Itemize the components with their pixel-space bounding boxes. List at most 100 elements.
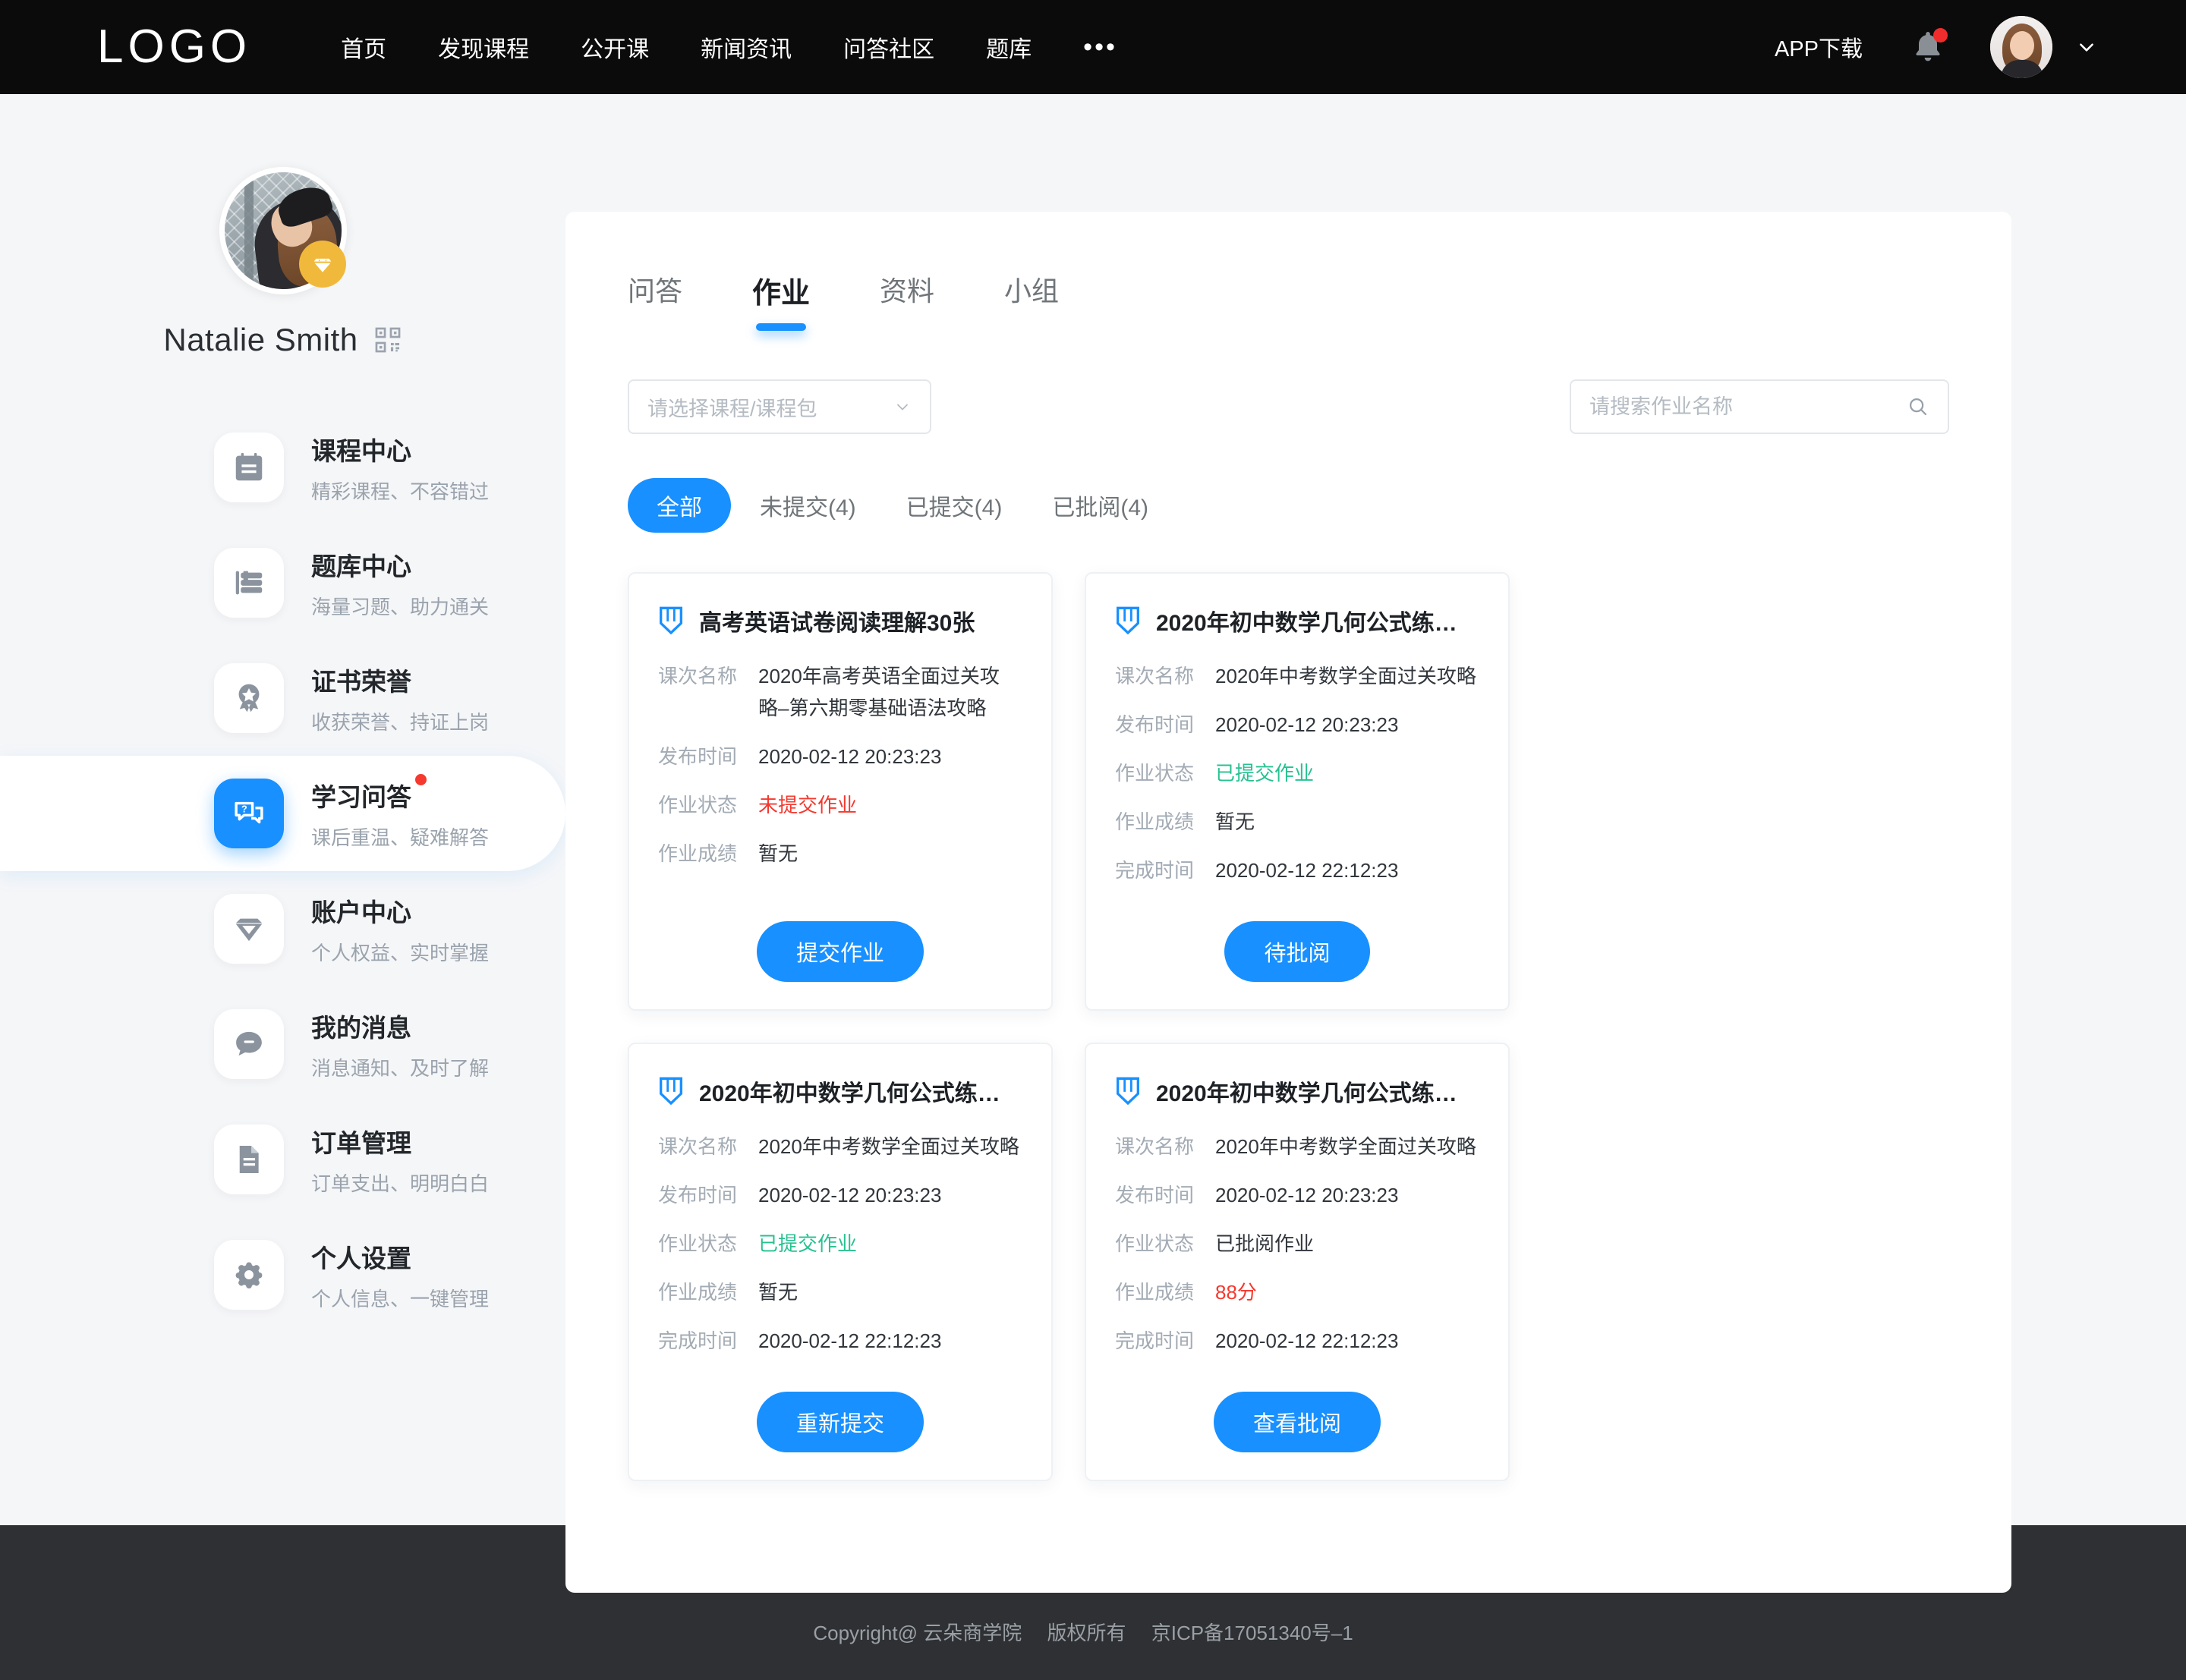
sidebar-item-settings[interactable]: 个人设置 个人信息、一键管理 — [0, 1217, 565, 1332]
card-title: 2020年初中数学几何公式练习作… — [1156, 1081, 1479, 1106]
field-value: 2020-02-12 20:23:23 — [758, 745, 942, 768]
nav-item-open-class[interactable]: 公开课 — [581, 30, 649, 64]
course-select[interactable]: 请选择课程/课程包 — [628, 379, 931, 434]
field-label: 作业成绩 — [658, 1281, 738, 1304]
svg-text:?: ? — [241, 804, 247, 814]
homework-card[interactable]: 2020年初中数学几何公式练习作… 课次名称 2020年中考数学全面过关攻略 发… — [1085, 1043, 1510, 1481]
field-value: 2020年中考数学全面过关攻略 — [1215, 1135, 1476, 1158]
homework-card[interactable]: 高考英语试卷阅读理解30张 课次名称 2020年高考英语全面过关攻略–第六期零基… — [628, 572, 1053, 1011]
sidebar-item-sub: 订单支出、明明白白 — [311, 1172, 490, 1195]
diamond-icon — [235, 918, 263, 942]
main-panel: 问答 作业 资料 小组 请选择课程/课程包 请搜索作业名称 全部 未提交(4) … — [565, 212, 2011, 1593]
card-title: 高考英语试卷阅读理解30张 — [699, 611, 975, 636]
sidebar-item-sub: 收获荣誉、持证上岗 — [311, 710, 490, 734]
header-actions: APP下载 — [1775, 16, 2096, 78]
tab-groups[interactable]: 小组 — [1004, 269, 1059, 331]
sidebar-item-course-center[interactable]: 课程中心 精彩课程、不容错过 — [0, 410, 565, 525]
field-label: 作业状态 — [1115, 1232, 1195, 1255]
field-value: 2020-02-12 22:12:23 — [1215, 1329, 1399, 1352]
books-icon-box — [214, 548, 284, 618]
resubmit-button[interactable]: 重新提交 — [756, 1392, 924, 1452]
status-badge: 已批阅作业 — [1215, 1232, 1315, 1255]
icp-text[interactable]: 京ICP备17051340号–1 — [1151, 1622, 1353, 1644]
user-avatar[interactable] — [1990, 16, 2052, 78]
field-value: 暂无 — [758, 1281, 798, 1304]
page-body: Natalie Smith 课程中心 精彩课程、不容错过 题库中心 海量习题、助… — [0, 94, 2186, 1593]
sidebar-item-title: 我的消息 — [311, 1013, 411, 1042]
tab-qa[interactable]: 问答 — [628, 269, 682, 331]
sidebar-item-study-qa[interactable]: ? 学习问答 课后重温、疑难解答 — [0, 756, 565, 871]
card-field-publish: 发布时间 2020-02-12 20:23:23 — [1115, 709, 1479, 741]
card-field-publish: 发布时间 2020-02-12 20:23:23 — [658, 741, 1022, 772]
status-badge: 已提交作业 — [1215, 762, 1315, 785]
site-logo[interactable]: LOGO — [97, 24, 251, 71]
search-input[interactable] — [1589, 395, 1907, 419]
document-icon — [239, 1145, 259, 1174]
chevron-down-icon[interactable] — [2077, 37, 2096, 57]
sidebar-item-orders[interactable]: 订单管理 订单支出、明明白白 — [0, 1102, 565, 1217]
field-value: 2020-02-12 22:12:23 — [758, 1329, 942, 1352]
nav-item-courses[interactable]: 发现课程 — [438, 30, 529, 64]
app-download-link[interactable]: APP下载 — [1775, 31, 1863, 63]
notification-bell-button[interactable] — [1910, 28, 1948, 66]
pill-not-submitted[interactable]: 未提交(4) — [760, 478, 856, 533]
medal-icon-box — [214, 663, 284, 733]
pending-review-button[interactable]: 待批阅 — [1224, 921, 1370, 982]
profile-block: Natalie Smith — [0, 167, 565, 358]
field-label: 作业状态 — [1115, 762, 1195, 785]
card-field-score: 作业成绩 88分 — [1115, 1276, 1479, 1308]
field-label: 作业成绩 — [1115, 810, 1195, 833]
homework-card[interactable]: 2020年初中数学几何公式练习作… 课次名称 2020年中考数学全面过关攻略 发… — [1085, 572, 1510, 1011]
tab-materials[interactable]: 资料 — [880, 269, 934, 331]
view-review-button[interactable]: 查看批阅 — [1213, 1392, 1381, 1452]
card-field-finish: 完成时间 2020-02-12 22:12:23 — [658, 1325, 1022, 1357]
homework-search-box[interactable] — [1570, 379, 1949, 434]
sidebar-item-title: 学习问答 — [311, 773, 427, 813]
pencil-icon — [1117, 1077, 1139, 1106]
pill-reviewed[interactable]: 已批阅(4) — [1052, 478, 1148, 533]
sidebar-item-title: 课程中心 — [311, 436, 411, 465]
pencil-icon — [1117, 606, 1139, 635]
homework-card-grid: 高考英语试卷阅读理解30张 课次名称 2020年高考英语全面过关攻略–第六期零基… — [565, 572, 2011, 1481]
field-value: 2020年中考数学全面过关攻略 — [1215, 665, 1476, 687]
submit-homework-button[interactable]: 提交作业 — [756, 921, 924, 982]
homework-card[interactable]: 2020年初中数学几何公式练习作… 课次名称 2020年中考数学全面过关攻略 发… — [628, 1043, 1053, 1481]
course-select-value: 请选择课程/课程包 — [647, 397, 817, 420]
card-action-row: 待批阅 — [1115, 903, 1479, 982]
profile-photo[interactable] — [219, 167, 347, 294]
sidebar-item-title: 个人设置 — [311, 1244, 411, 1273]
field-value: 2020-02-12 20:23:23 — [1215, 713, 1399, 736]
card-field-publish: 发布时间 2020-02-12 20:23:23 — [658, 1179, 1022, 1211]
sidebar-item-certificates[interactable]: 证书荣誉 收获荣誉、持证上岗 — [0, 640, 565, 756]
card-field-score: 作业成绩 暂无 — [658, 1276, 1022, 1308]
nav-more-icon[interactable]: ••• — [1083, 33, 1117, 60]
chat-bubble-icon-box — [214, 1009, 284, 1079]
qr-code-icon[interactable] — [373, 326, 402, 354]
search-icon[interactable] — [1907, 395, 1929, 418]
nav-item-news[interactable]: 新闻资讯 — [701, 30, 792, 64]
pill-all[interactable]: 全部 — [628, 478, 731, 533]
rights-text: 版权所有 — [1047, 1621, 1126, 1644]
field-label: 完成时间 — [1115, 859, 1195, 882]
card-field-course: 课次名称 2020年高考英语全面过关攻略–第六期零基础语法攻略 — [658, 660, 1022, 724]
sidebar-item-sub: 个人权益、实时掌握 — [311, 941, 490, 964]
tab-active-underline — [756, 323, 807, 331]
nav-item-home[interactable]: 首页 — [341, 30, 386, 64]
field-label: 课次名称 — [1115, 1135, 1195, 1158]
pill-submitted[interactable]: 已提交(4) — [906, 478, 1003, 533]
field-value: 暂无 — [1215, 810, 1255, 833]
footer-copyright: Copyright@ 云朵商学院 版权所有 京ICP备17051340号–1 — [813, 1618, 1372, 1646]
copyright-text: Copyright@ 云朵商学院 — [813, 1621, 1022, 1644]
field-label: 发布时间 — [1115, 1184, 1195, 1207]
card-header: 高考英语试卷阅读理解30张 — [658, 604, 1022, 637]
field-label: 完成时间 — [1115, 1329, 1195, 1352]
nav-item-question-bank[interactable]: 题库 — [986, 30, 1032, 64]
pencil-icon — [660, 1077, 682, 1106]
card-field-course: 课次名称 2020年中考数学全面过关攻略 — [1115, 1131, 1479, 1162]
sidebar-item-my-messages[interactable]: 我的消息 消息通知、及时了解 — [0, 986, 565, 1102]
nav-item-qa[interactable]: 问答社区 — [843, 30, 934, 64]
field-label: 作业状态 — [658, 1232, 738, 1255]
sidebar-item-account-center[interactable]: 账户中心 个人权益、实时掌握 — [0, 871, 565, 986]
tab-homework[interactable]: 作业 — [752, 269, 810, 331]
sidebar-item-question-bank[interactable]: 题库中心 海量习题、助力通关 — [0, 525, 565, 640]
